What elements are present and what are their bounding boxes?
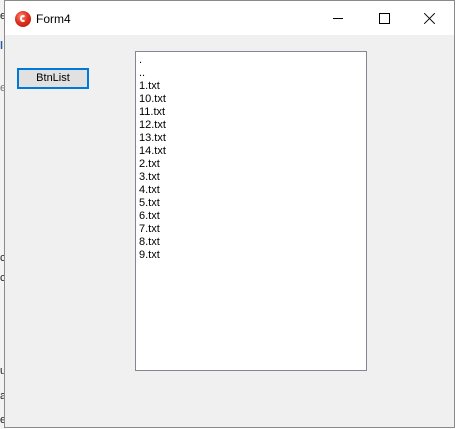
list-item[interactable]: 2.txt: [139, 158, 366, 171]
list-item[interactable]: .: [139, 54, 366, 67]
list-item[interactable]: 11.txt: [139, 106, 366, 119]
list-item[interactable]: 10.txt: [139, 93, 366, 106]
minimize-icon: [333, 18, 343, 19]
list-item[interactable]: 13.txt: [139, 132, 366, 145]
list-item[interactable]: 7.txt: [139, 223, 366, 236]
list-item[interactable]: 9.txt: [139, 249, 366, 262]
list-item[interactable]: ..: [139, 67, 366, 80]
list-item[interactable]: 6.txt: [139, 210, 366, 223]
file-listbox[interactable]: ... 1.txt 10.txt 11.txt 12.txt 13.txt 14.txt 2.…: [135, 51, 367, 371]
list-item[interactable]: 8.txt: [139, 236, 366, 249]
list-item[interactable]: 14.txt: [139, 145, 366, 158]
list-item[interactable]: 12.txt: [139, 119, 366, 132]
title-bar[interactable]: Form4: [5, 1, 454, 35]
maximize-icon: [379, 13, 390, 24]
list-item[interactable]: 5.txt: [139, 197, 366, 210]
minimize-button[interactable]: [315, 1, 361, 35]
list-item[interactable]: 4.txt: [139, 184, 366, 197]
close-icon: [424, 12, 436, 24]
maximize-button[interactable]: [361, 1, 407, 35]
list-item[interactable]: 1.txt: [139, 80, 366, 93]
close-button[interactable]: [407, 1, 453, 35]
form4-window: Form4 BtnList ... 1.txt 10.txt 11.txt 12.txt…: [4, 0, 455, 428]
delphi-app-icon[interactable]: [15, 11, 31, 27]
btnlist-button[interactable]: BtnList: [17, 68, 89, 89]
window-title: Form4: [36, 12, 71, 26]
file-list: ... 1.txt 10.txt 11.txt 12.txt 13.txt 14.txt 2.…: [136, 52, 366, 262]
list-item[interactable]: 3.txt: [139, 171, 366, 184]
